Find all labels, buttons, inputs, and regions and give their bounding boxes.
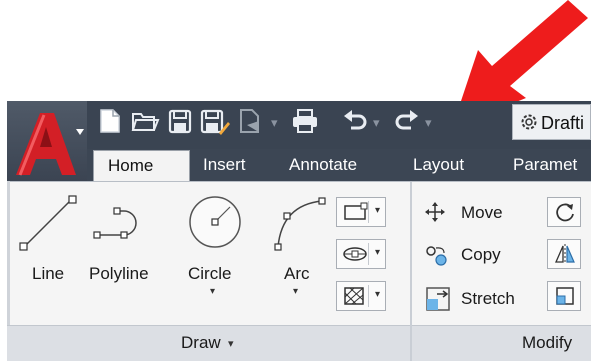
- move-icon: [425, 202, 445, 222]
- arc-tool-label[interactable]: Arc: [284, 264, 310, 284]
- open-icon[interactable]: [130, 107, 160, 135]
- undo-icon[interactable]: [340, 107, 370, 135]
- mirror-icon: [555, 244, 575, 264]
- tab-layout[interactable]: Layout: [413, 155, 464, 175]
- stretch-icon: [426, 287, 450, 311]
- redo-icon[interactable]: [392, 107, 422, 135]
- quick-access-toolbar: ▾ ▾ ▾: [7, 101, 591, 149]
- rectangle-button[interactable]: ▾: [336, 197, 386, 227]
- application-menu-button[interactable]: [7, 101, 87, 181]
- copy-tool-label[interactable]: Copy: [461, 245, 501, 265]
- hatch-icon: [344, 287, 364, 305]
- print-icon[interactable]: [290, 107, 320, 135]
- tab-home-label: Home: [108, 156, 154, 175]
- hatch-dropdown-arrow[interactable]: ▾: [375, 289, 380, 300]
- workspace-label: Drafti: [541, 113, 585, 133]
- rectangle-icon: [344, 202, 368, 220]
- line-icon[interactable]: [18, 193, 78, 253]
- save-as-icon[interactable]: [199, 107, 231, 137]
- mirror-button[interactable]: [547, 239, 581, 269]
- tab-insert[interactable]: Insert: [203, 155, 246, 175]
- scale-icon: [556, 287, 574, 305]
- new-icon[interactable]: [97, 107, 123, 135]
- rotate-icon: [556, 203, 574, 222]
- draw-panel-label[interactable]: Draw: [181, 333, 221, 353]
- polyline-tool-label[interactable]: Polyline: [89, 264, 149, 284]
- autocad-logo-icon: [16, 113, 84, 176]
- ellipse-dropdown-arrow[interactable]: ▾: [375, 247, 380, 258]
- panel-separator: [410, 182, 412, 361]
- circle-icon[interactable]: [186, 193, 244, 251]
- arc-dropdown-arrow[interactable]: ▾: [293, 286, 298, 297]
- arc-icon[interactable]: [270, 193, 328, 253]
- stretch-tool-label[interactable]: Stretch: [461, 289, 515, 309]
- modify-panel-label[interactable]: Modify: [522, 333, 572, 353]
- tab-parametric[interactable]: Paramet: [513, 155, 577, 175]
- circle-dropdown-arrow[interactable]: ▾: [210, 286, 215, 297]
- circle-tool-label[interactable]: Circle: [188, 264, 231, 284]
- tab-annotate[interactable]: Annotate: [289, 155, 357, 175]
- draw-panel-expand-arrow[interactable]: ▾: [228, 337, 234, 350]
- workspace-switcher[interactable]: Drafti: [512, 104, 591, 140]
- gear-icon: [521, 114, 537, 130]
- save-icon[interactable]: [166, 107, 194, 135]
- rectangle-dropdown-arrow[interactable]: ▾: [375, 205, 380, 216]
- polyline-icon[interactable]: [92, 197, 152, 243]
- line-tool-label[interactable]: Line: [32, 264, 64, 284]
- publish-icon[interactable]: [237, 107, 267, 135]
- copy-icon: [426, 246, 447, 266]
- ellipse-icon: [343, 247, 367, 261]
- hatch-pattern-button[interactable]: ▾: [336, 281, 386, 311]
- hatch-button[interactable]: ▾: [336, 239, 386, 269]
- scale-button[interactable]: [547, 281, 581, 311]
- panel-title-bar: [7, 325, 591, 361]
- tab-home[interactable]: Home: [93, 150, 190, 185]
- move-tool-label[interactable]: Move: [461, 203, 503, 223]
- rotate-button[interactable]: [547, 197, 581, 227]
